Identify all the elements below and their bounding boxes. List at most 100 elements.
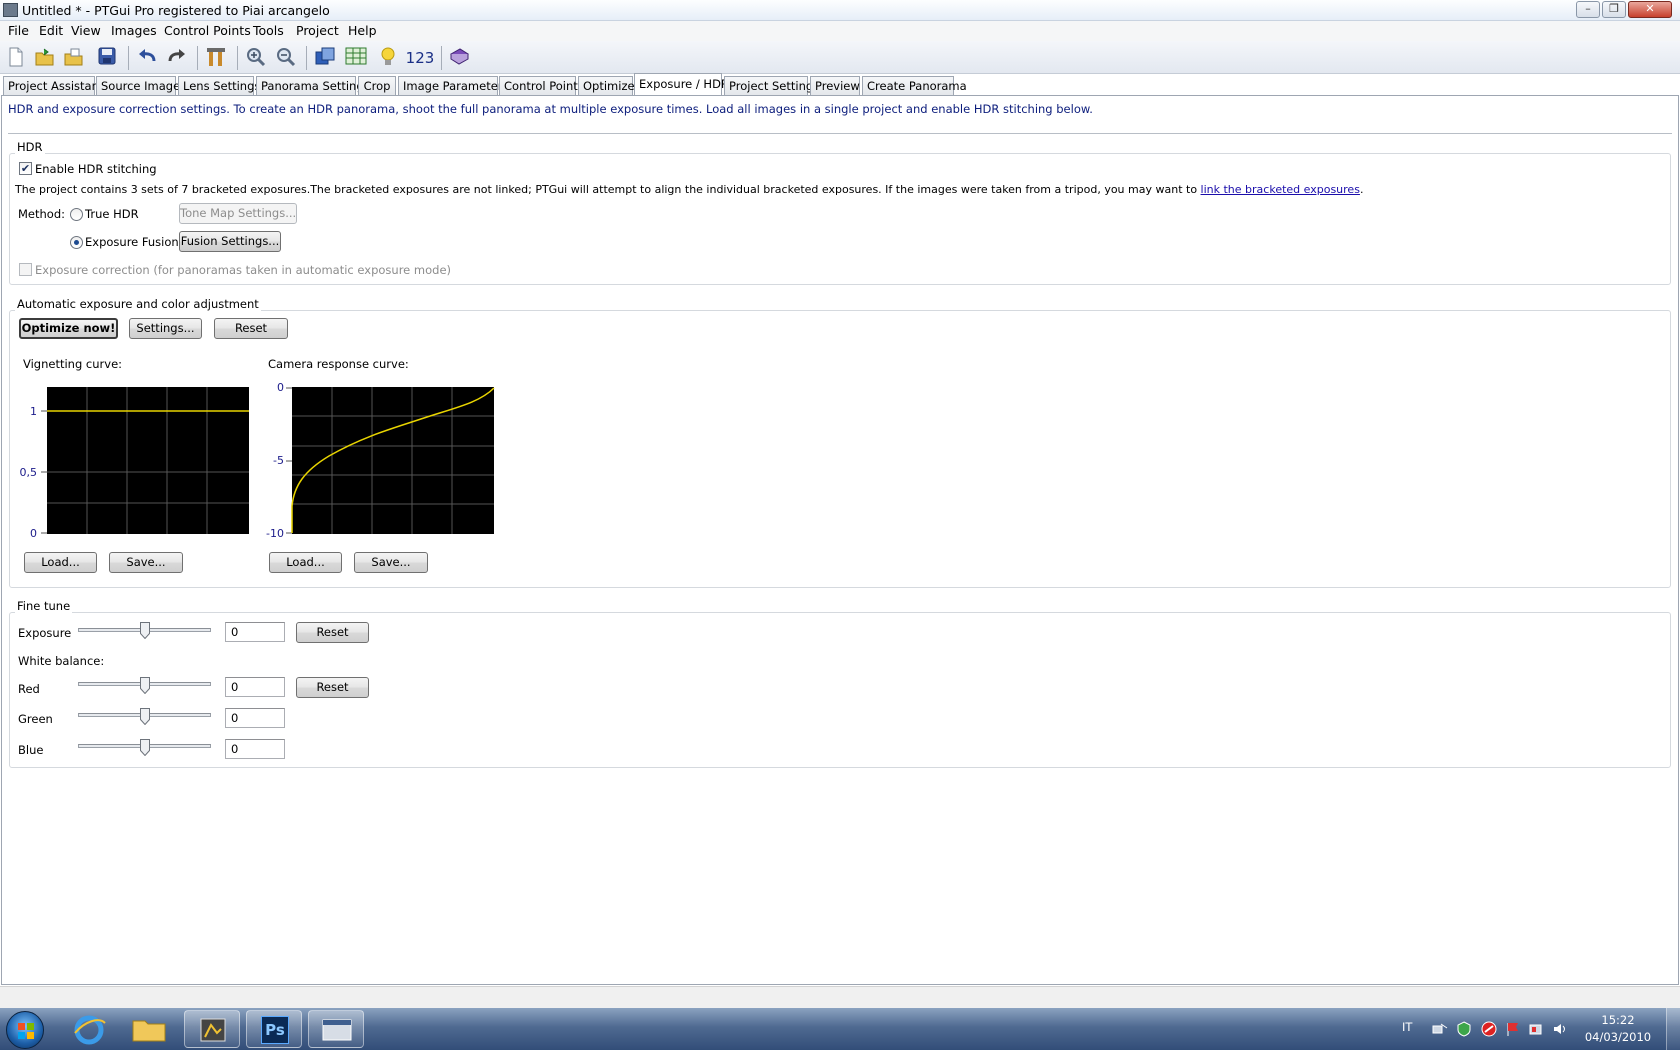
show-desktop-button[interactable]	[1666, 1008, 1680, 1050]
explorer-taskbar-button[interactable]	[120, 1010, 176, 1048]
blue-value-field[interactable]: 0	[225, 739, 285, 759]
toolbar-separator	[306, 46, 307, 70]
open-folder-icon[interactable]	[33, 46, 57, 70]
tray-network-icon[interactable]	[1432, 1022, 1448, 1036]
zoom-out-icon[interactable]	[274, 46, 298, 70]
bulb-icon[interactable]	[376, 46, 400, 70]
table-icon[interactable]	[344, 46, 368, 70]
method-label: Method:	[18, 207, 66, 221]
tab-control-points[interactable]: Control Points	[499, 76, 584, 96]
green-slider-thumb[interactable]	[140, 708, 150, 725]
toolbar-separator	[197, 46, 198, 70]
help-book-icon[interactable]	[447, 46, 471, 70]
vignetting-tick-0-5: 0,5	[19, 466, 38, 479]
toolbar: 123	[0, 41, 1680, 74]
close-button[interactable]: ✕	[1628, 1, 1672, 18]
camera-response-curve-plot	[286, 387, 495, 534]
save-icon[interactable]	[95, 46, 119, 70]
menu-project[interactable]: Project	[293, 23, 342, 38]
red-slider-thumb[interactable]	[140, 677, 150, 694]
internet-explorer-taskbar-button[interactable]	[60, 1010, 116, 1048]
exposure-fusion-radio[interactable]	[70, 236, 83, 249]
language-indicator[interactable]: IT	[1402, 1020, 1412, 1034]
auto-exposure-group-title: Automatic exposure and color adjustment	[15, 297, 261, 311]
zoom-in-icon[interactable]	[244, 46, 268, 70]
menu-bar: File Edit View Images Control Points Too…	[0, 21, 1680, 41]
window-taskbar-button[interactable]	[308, 1010, 364, 1048]
true-hdr-radio[interactable]	[70, 208, 83, 221]
enable-hdr-checkbox[interactable]: ✔	[19, 162, 32, 175]
response-save-button[interactable]: Save...	[354, 552, 428, 573]
app-icon[interactable]	[3, 3, 18, 17]
tab-image-parameters[interactable]: Image Parameters	[398, 76, 509, 96]
menu-control-points[interactable]: Control Points	[161, 23, 254, 38]
vignetting-save-button[interactable]: Save...	[109, 552, 183, 573]
hdr-description-period: .	[1359, 183, 1364, 196]
tone-map-settings-button[interactable]: Tone Map Settings...	[179, 203, 297, 224]
tray-flag-icon[interactable]	[1505, 1021, 1521, 1037]
toolbar-separator	[128, 46, 129, 70]
menu-edit[interactable]: Edit	[36, 23, 66, 38]
true-hdr-label: True HDR	[85, 207, 139, 221]
photoshop-icon: Ps	[261, 1016, 289, 1044]
auto-reset-button[interactable]: Reset	[214, 318, 288, 339]
white-balance-label: White balance:	[18, 654, 105, 668]
green-value-field[interactable]: 0	[225, 708, 285, 728]
red-value-field[interactable]: 0	[225, 677, 285, 697]
fusion-settings-button[interactable]: Fusion Settings...	[179, 231, 281, 252]
vignetting-load-button[interactable]: Load...	[24, 552, 97, 573]
tray-volume-icon[interactable]	[1552, 1021, 1568, 1037]
fine-tune-group-title: Fine tune	[15, 599, 73, 613]
panorama-editor-icon[interactable]	[313, 46, 337, 70]
optimize-now-button[interactable]: Optimize now!	[19, 318, 118, 339]
open-recent-icon[interactable]	[62, 46, 86, 70]
ptgui-taskbar-button[interactable]	[184, 1010, 240, 1048]
new-file-icon[interactable]	[4, 46, 28, 70]
menu-images[interactable]: Images	[108, 23, 160, 38]
exposure-value-field[interactable]: 0	[225, 622, 285, 642]
menu-help[interactable]: Help	[345, 23, 380, 38]
white-balance-reset-button[interactable]: Reset	[296, 677, 369, 698]
exposure-correction-label: Exposure correction (for panoramas taken…	[35, 263, 452, 277]
tab-panorama-settings[interactable]: Panorama Settings	[256, 76, 370, 96]
numbering-icon[interactable]: 123	[403, 46, 437, 70]
tray-antivirus-icon[interactable]	[1481, 1021, 1497, 1037]
tab-exposure-hdr[interactable]: Exposure / HDR	[634, 73, 729, 96]
tab-lens-settings[interactable]: Lens Settings	[178, 76, 260, 96]
tray-security-icon[interactable]	[1456, 1021, 1472, 1037]
tab-crop[interactable]: Crop	[358, 76, 396, 96]
internet-explorer-icon	[74, 1015, 106, 1045]
redo-icon[interactable]	[165, 46, 189, 70]
clock-date[interactable]: 04/03/2010	[1582, 1030, 1654, 1044]
exposure-correction-checkbox[interactable]	[19, 263, 32, 276]
exposure-reset-button[interactable]: Reset	[296, 622, 369, 643]
tray-battery-icon[interactable]	[1528, 1021, 1544, 1037]
camera-response-curve-label: Camera response curve:	[268, 357, 409, 371]
undo-icon[interactable]	[135, 46, 159, 70]
exposure-slider-thumb[interactable]	[140, 622, 150, 639]
tab-preview[interactable]: Preview	[810, 76, 860, 96]
photoshop-taskbar-button[interactable]: Ps	[246, 1010, 302, 1048]
tab-source-images[interactable]: Source Images	[96, 76, 186, 96]
auto-settings-button[interactable]: Settings...	[129, 318, 202, 339]
minimize-button[interactable]: –	[1576, 1, 1600, 18]
maximize-button[interactable]: ❐	[1602, 1, 1626, 18]
menu-tools[interactable]: Tools	[250, 23, 287, 38]
start-button[interactable]	[6, 1011, 44, 1049]
tab-optimizer[interactable]: Optimizer	[578, 76, 639, 96]
link-bracketed-exposures[interactable]: link the bracketed exposures	[1201, 183, 1360, 196]
toolbar-separator	[441, 46, 442, 70]
vignetting-curve-plot	[41, 387, 249, 534]
windows-taskbar: Ps IT 15:22 04/03/2010	[0, 1008, 1680, 1050]
clock-time[interactable]: 15:22	[1590, 1013, 1646, 1027]
response-load-button[interactable]: Load...	[269, 552, 342, 573]
tools-icon[interactable]	[204, 46, 228, 70]
vignetting-plot-background	[47, 387, 249, 534]
menu-view[interactable]: View	[68, 23, 104, 38]
tab-project-settings[interactable]: Project Settings	[724, 76, 819, 96]
tab-project-assistant[interactable]: Project Assistant	[3, 76, 103, 96]
tab-create-panorama[interactable]: Create Panorama	[862, 76, 967, 96]
toolbar-separator	[237, 46, 238, 70]
blue-slider-thumb[interactable]	[140, 739, 150, 756]
menu-file[interactable]: File	[5, 23, 32, 38]
